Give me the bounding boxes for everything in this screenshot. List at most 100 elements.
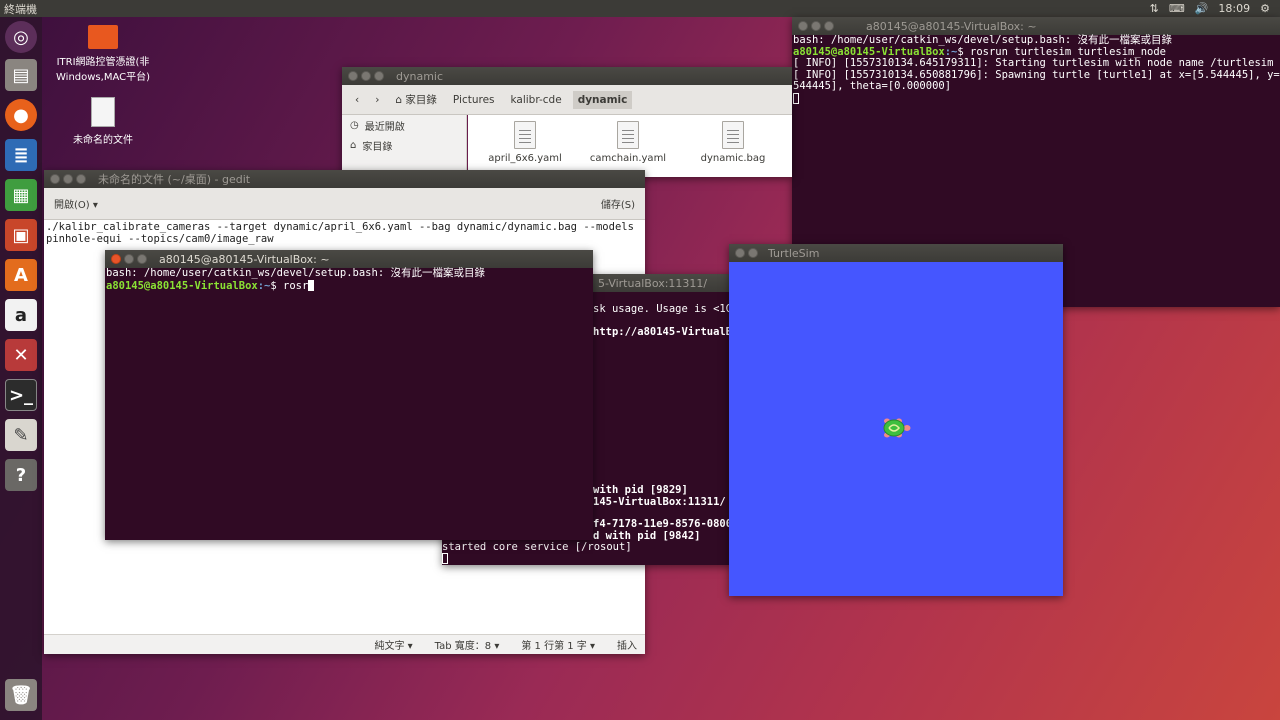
tab-width-selector[interactable]: Tab 寬度：8 ▾ xyxy=(435,637,500,652)
maximize-button[interactable] xyxy=(824,21,834,31)
prompt-path: :~ xyxy=(257,279,271,292)
titlebar[interactable]: a80145@a80145-VirtualBox: ~ xyxy=(105,250,593,268)
window-controls xyxy=(735,248,758,258)
folder-icon xyxy=(88,25,118,49)
file-manager-toolbar: ‹ › ⌂ 家目錄 Pictures kalibr-cde dynamic xyxy=(342,85,792,115)
file-manager-window[interactable]: dynamic ‹ › ⌂ 家目錄 Pictures kalibr-cde dy… xyxy=(342,67,792,177)
file-item-dynamic-bag[interactable]: dynamic.bag xyxy=(688,121,778,164)
terminal-line: 544445], theta=[0.000000] xyxy=(793,80,952,92)
insert-mode: 插入 xyxy=(617,641,637,652)
prompt-path: :~ xyxy=(944,45,958,58)
active-app-name: 終端機 xyxy=(4,2,37,16)
language-selector[interactable]: 純文字 ▾ xyxy=(374,637,412,652)
close-button[interactable] xyxy=(735,248,745,258)
cursor-position-label: 第 1 行第 1 字 xyxy=(521,641,587,652)
forward-icon[interactable]: › xyxy=(370,91,384,109)
text-line: pinhole-equi --topics/cam0/image_raw xyxy=(46,232,274,245)
window-title: dynamic xyxy=(396,69,444,83)
terminal-line: f4-7178-11e9-8576-08002 xyxy=(593,518,732,530)
system-settings-icon[interactable]: ✕ xyxy=(5,339,37,371)
maximize-button[interactable] xyxy=(76,174,86,184)
open-button[interactable]: 開啟(O) ▾ xyxy=(54,196,98,211)
sidebar-item-recent[interactable]: ◷ 最近開啟 xyxy=(342,115,466,135)
cursor-position[interactable]: 第 1 行第 1 字 ▾ xyxy=(521,637,595,652)
keyboard-icon[interactable]: ⌨ xyxy=(1169,2,1185,15)
titlebar[interactable]: dynamic xyxy=(342,67,792,85)
close-button[interactable] xyxy=(111,254,121,264)
titlebar[interactable]: 未命名的文件 (~/桌面) - gedit xyxy=(44,170,645,188)
minimize-button[interactable] xyxy=(748,248,758,258)
impress-icon[interactable]: ▣ xyxy=(5,219,37,251)
software-center-icon[interactable]: A xyxy=(5,259,37,291)
close-button[interactable] xyxy=(798,21,808,31)
open-label: 開啟(O) xyxy=(54,200,90,211)
trash-icon[interactable]: 🗑 xyxy=(5,679,37,711)
text-editor-icon[interactable]: ✎ xyxy=(5,419,37,451)
terminal-window-active[interactable]: a80145@a80145-VirtualBox: ~ bash: /home/… xyxy=(105,250,593,540)
close-button[interactable] xyxy=(348,71,358,81)
minimize-button[interactable] xyxy=(124,254,134,264)
language-label: 純文字 xyxy=(374,641,405,652)
file-label: camchain.yaml xyxy=(589,153,667,164)
titlebar[interactable]: TurtleSim xyxy=(729,244,1063,262)
window-title: 5-VirtualBox:11311/ xyxy=(598,276,708,290)
back-icon[interactable]: ‹ xyxy=(350,91,364,109)
terminal-prompt-line: a80145@a80145-VirtualBox:~$ rosr xyxy=(106,279,592,293)
terminal-output[interactable]: bash: /home/user/catkin_ws/devel/setup.b… xyxy=(105,267,593,540)
network-icon[interactable]: ⇅ xyxy=(1150,2,1159,15)
system-tray: ⇅ ⌨ 🔊 18:09 ⚙ xyxy=(1150,2,1280,15)
breadcrumb-dynamic[interactable]: dynamic xyxy=(572,90,633,109)
sidebar-item-home[interactable]: ⌂ 家目錄 xyxy=(342,135,466,155)
maximize-button[interactable] xyxy=(374,71,384,81)
ubuntu-dash-icon[interactable]: ◎ xyxy=(5,21,37,53)
terminal-command: $ rosrun turtlesim turtlesim_node xyxy=(957,45,1166,58)
yaml-file-icon xyxy=(617,121,639,149)
breadcrumb-home[interactable]: ⌂ 家目錄 xyxy=(390,89,442,110)
prompt-user: a80145@a80145-VirtualBox xyxy=(106,279,258,292)
file-item-camchain[interactable]: camchain.yaml xyxy=(583,121,673,164)
window-title: a80145@a80145-VirtualBox: ~ xyxy=(159,252,330,266)
desktop-icon-label: ITRI網路控管憑證(非Windows,MAC平台) xyxy=(56,57,150,83)
window-title: TurtleSim xyxy=(768,246,820,260)
desktop-icon-itri-cert[interactable]: ITRI網路控管憑證(非Windows,MAC平台) xyxy=(48,25,158,83)
file-label: april_6x6.yaml xyxy=(488,153,562,164)
binary-file-icon xyxy=(722,121,744,149)
desktop-icon-untitled-doc[interactable]: 未命名的文件 xyxy=(48,97,158,146)
save-button[interactable]: 儲存(S) xyxy=(601,196,635,211)
sidebar-item-label: 最近開啟 xyxy=(364,121,405,133)
calc-icon[interactable]: ▦ xyxy=(5,179,37,211)
close-button[interactable] xyxy=(50,174,60,184)
gedit-statusbar: 純文字 ▾ Tab 寬度：8 ▾ 第 1 行第 1 字 ▾ 插入 xyxy=(44,634,645,654)
clock[interactable]: 18:09 xyxy=(1218,2,1250,15)
terminal-cursor-line xyxy=(793,92,1279,106)
gedit-text-area[interactable]: ./kalibr_calibrate_cameras --target dyna… xyxy=(44,220,645,247)
file-manager-icon[interactable]: ▤ xyxy=(5,59,37,91)
home-icon: ⌂ xyxy=(350,139,357,151)
firefox-icon[interactable]: ● xyxy=(5,99,37,131)
writer-icon[interactable]: ≣ xyxy=(5,139,37,171)
window-controls xyxy=(798,21,834,31)
power-gear-icon[interactable]: ⚙ xyxy=(1260,2,1270,15)
amazon-icon[interactable]: a xyxy=(5,299,37,331)
window-title: 未命名的文件 (~/桌面) - gedit xyxy=(98,173,251,186)
minimize-button[interactable] xyxy=(63,174,73,184)
minimize-button[interactable] xyxy=(361,71,371,81)
breadcrumb-pictures[interactable]: Pictures xyxy=(448,91,500,109)
yaml-file-icon xyxy=(514,121,536,149)
cursor xyxy=(793,92,799,104)
maximize-button[interactable] xyxy=(137,254,147,264)
file-item-april[interactable]: april_6x6.yaml xyxy=(480,121,570,164)
breadcrumb-label: 家目錄 xyxy=(405,94,437,106)
terminal-icon[interactable]: >_ xyxy=(5,379,37,411)
volume-icon[interactable]: 🔊 xyxy=(1195,2,1209,15)
terminal-command: $ rosr xyxy=(270,279,309,292)
titlebar[interactable]: a80145@a80145-VirtualBox: ~ xyxy=(792,17,1280,35)
breadcrumb-kalibr-cde[interactable]: kalibr-cde xyxy=(506,91,567,109)
cursor xyxy=(308,279,315,291)
minimize-button[interactable] xyxy=(811,21,821,31)
sidebar-item-label: 家目錄 xyxy=(362,141,393,153)
cursor xyxy=(442,553,448,564)
help-icon[interactable]: ? xyxy=(5,459,37,491)
turtlesim-window[interactable]: TurtleSim xyxy=(729,244,1063,596)
prompt-user: a80145@a80145-VirtualBox xyxy=(793,45,945,58)
